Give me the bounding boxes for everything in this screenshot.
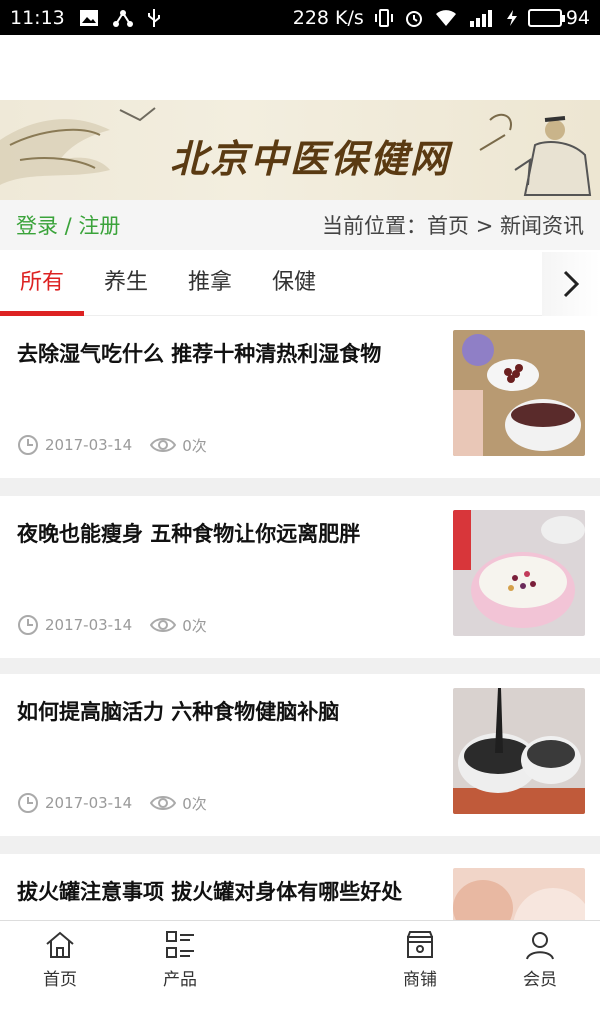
breadcrumb: 当前位置：首页 > 新闻资讯 <box>322 214 584 238</box>
wifi-icon <box>434 9 458 27</box>
clock-icon <box>18 615 38 635</box>
cloud-decoration-icon <box>0 107 156 185</box>
chevron-right-icon <box>563 270 580 298</box>
charging-icon <box>506 9 518 27</box>
news-meta: 2017-03-14 0次 <box>17 434 207 456</box>
top-spacer <box>0 35 600 100</box>
nav-store[interactable]: 商铺 <box>380 929 460 990</box>
alarm-icon <box>404 8 424 28</box>
news-thumbnail[interactable] <box>453 510 585 636</box>
site-banner[interactable]: 北京中医保健网 <box>0 100 600 200</box>
news-title[interactable]: 如何提高脑活力 六种食物健脑补脑 <box>17 696 427 728</box>
store-icon <box>407 931 433 958</box>
news-title[interactable]: 夜晚也能瘦身 五种食物让你远离肥胖 <box>17 518 427 550</box>
status-time: 11:13 <box>10 6 65 29</box>
tab-health[interactable]: 养生 <box>84 252 168 316</box>
news-views: 0次 <box>182 436 207 455</box>
usb-icon <box>147 8 161 28</box>
tab-care[interactable]: 保健 <box>252 252 336 316</box>
nav-member[interactable]: 会员 <box>500 929 580 990</box>
battery-indicator: 94 <box>527 6 590 29</box>
home-icon <box>46 931 74 958</box>
tabs-scroll-right-button[interactable] <box>542 252 600 316</box>
login-register-link[interactable]: 登录 / 注册 <box>16 210 120 240</box>
news-title[interactable]: 拔火罐注意事项 拔火罐对身体有哪些好处 <box>17 876 427 908</box>
list-separator <box>0 478 600 496</box>
list-item[interactable]: 夜晚也能瘦身 五种食物让你远离肥胖 2017-03-14 0次 <box>0 496 600 658</box>
news-date: 2017-03-14 <box>45 616 133 634</box>
list-icon <box>166 931 194 958</box>
breadcrumb-bar: 登录 / 注册 当前位置：首页 > 新闻资讯 <box>0 200 600 250</box>
nav-store-label: 商铺 <box>403 970 437 990</box>
category-tabs: 所有 养生 推拿 保健 <box>0 252 600 316</box>
news-views: 0次 <box>182 794 207 813</box>
tab-all[interactable]: 所有 <box>0 252 84 316</box>
user-icon <box>526 932 554 960</box>
news-thumbnail[interactable] <box>453 330 585 456</box>
clock-icon <box>18 435 38 455</box>
news-views: 0次 <box>182 616 207 635</box>
news-title[interactable]: 去除湿气吃什么 推荐十种清热利湿食物 <box>17 338 427 370</box>
list-separator <box>0 836 600 854</box>
nav-member-label: 会员 <box>523 970 557 990</box>
share-icon <box>112 9 133 27</box>
network-speed: 228 K/s <box>292 6 364 29</box>
news-thumbnail[interactable] <box>453 688 585 814</box>
list-item[interactable]: 如何提高脑活力 六种食物健脑补脑 2017-03-14 0次 <box>0 674 600 836</box>
battery-percent: 94 <box>565 6 590 29</box>
news-meta: 2017-03-14 0次 <box>17 614 207 636</box>
vibrate-icon <box>374 8 394 28</box>
eye-icon <box>150 796 177 810</box>
eye-icon <box>150 618 177 632</box>
nav-home-label: 首页 <box>43 970 77 990</box>
nav-products-label: 产品 <box>163 970 197 990</box>
scholar-painting-icon <box>479 113 592 196</box>
news-meta: 2017-03-14 0次 <box>17 792 207 814</box>
eye-icon <box>150 438 177 452</box>
banner-title: 北京中医保健网 <box>170 136 451 181</box>
nav-home[interactable]: 首页 <box>20 929 100 990</box>
status-bar: 11:13 228 K/s 94 <box>0 0 600 35</box>
list-item[interactable]: 去除湿气吃什么 推荐十种清热利湿食物 2017-03-14 0次 <box>0 316 600 478</box>
bottom-nav: 首页 产品 商铺 会员 <box>0 920 600 1000</box>
news-date: 2017-03-14 <box>45 794 133 812</box>
signal-icon <box>468 9 496 27</box>
image-notification-icon <box>79 9 99 27</box>
tab-massage[interactable]: 推拿 <box>168 252 252 316</box>
battery-icon <box>527 8 565 27</box>
news-date: 2017-03-14 <box>45 436 133 454</box>
nav-products[interactable]: 产品 <box>140 929 220 990</box>
clock-icon <box>18 793 38 813</box>
